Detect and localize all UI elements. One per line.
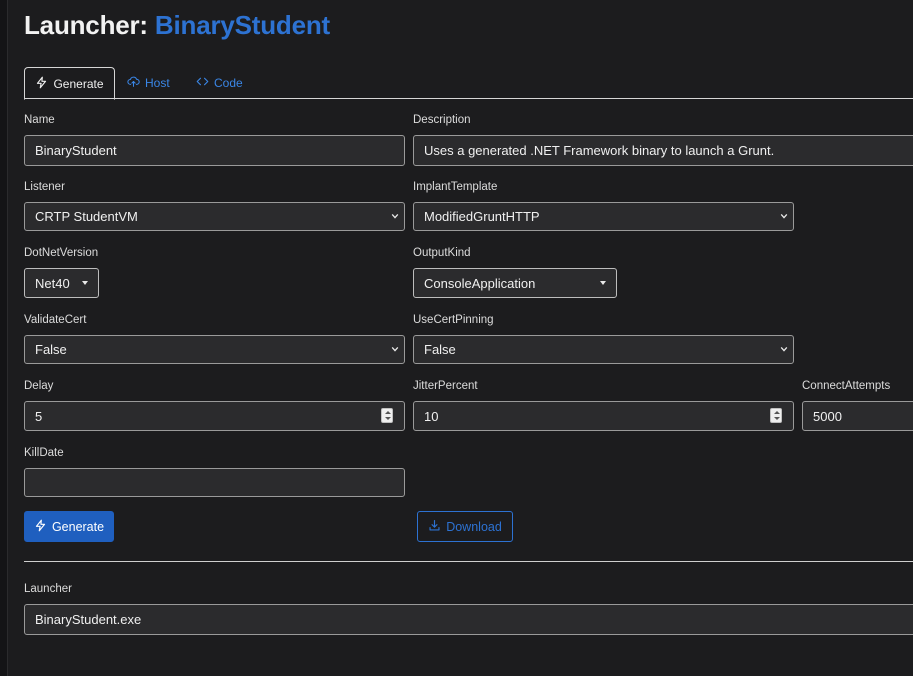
implant-template-select[interactable]: ModifiedGruntHTTP bbox=[413, 202, 794, 231]
launcher-label: Launcher bbox=[24, 583, 72, 595]
code-icon bbox=[196, 75, 209, 91]
caret-down-icon bbox=[600, 281, 606, 285]
download-button[interactable]: Download bbox=[417, 511, 513, 542]
tab-code[interactable]: Code bbox=[196, 67, 243, 98]
chevron-down-icon bbox=[780, 213, 788, 219]
validate-cert-value: False bbox=[35, 342, 67, 357]
launcher-value: BinaryStudent.exe bbox=[35, 612, 142, 627]
generate-button[interactable]: Generate bbox=[24, 511, 114, 542]
description-label: Description bbox=[413, 114, 471, 126]
cloud-upload-icon bbox=[127, 75, 140, 91]
description-value: Uses a generated .NET Framework binary t… bbox=[424, 143, 775, 158]
bolt-icon bbox=[35, 76, 48, 92]
connect-attempts-value: 5000 bbox=[813, 408, 842, 424]
dotnet-version-label: DotNetVersion bbox=[24, 247, 99, 259]
spinner-icon[interactable] bbox=[770, 408, 782, 423]
output-kind-dropdown[interactable]: ConsoleApplication bbox=[413, 268, 617, 298]
jitter-percent-number-input[interactable]: 10 bbox=[413, 401, 794, 431]
tab-host[interactable]: Host bbox=[127, 67, 170, 98]
dotnet-version-dropdown[interactable]: Net40 bbox=[24, 268, 99, 298]
download-icon bbox=[428, 519, 441, 535]
implant-template-label: ImplantTemplate bbox=[413, 181, 498, 193]
chevron-down-icon bbox=[391, 346, 399, 352]
description-input[interactable]: Uses a generated .NET Framework binary t… bbox=[413, 135, 913, 166]
output-kind-label: OutputKind bbox=[413, 247, 471, 259]
listener-label: Listener bbox=[24, 181, 65, 193]
generate-button-label: Generate bbox=[51, 519, 105, 534]
listener-select[interactable]: CRTP StudentVM bbox=[24, 202, 405, 231]
tab-code-label: Code bbox=[214, 75, 243, 90]
delay-label: Delay bbox=[24, 380, 54, 392]
section-divider bbox=[24, 561, 913, 562]
chevron-down-icon bbox=[780, 346, 788, 352]
validate-cert-label: ValidateCert bbox=[24, 314, 87, 326]
bolt-icon bbox=[34, 519, 47, 535]
caret-down-icon bbox=[82, 281, 88, 285]
dotnet-version-value: Net40 bbox=[35, 275, 70, 291]
use-cert-pinning-select[interactable]: False bbox=[413, 335, 794, 364]
tabs-underline bbox=[24, 98, 913, 99]
tab-generate-label: Generate bbox=[53, 76, 104, 91]
delay-value: 5 bbox=[35, 408, 43, 424]
download-button-label: Download bbox=[446, 519, 502, 534]
name-label: Name bbox=[24, 114, 55, 126]
page-title-prefix: Launcher: bbox=[24, 10, 155, 40]
jitter-percent-value: 10 bbox=[424, 408, 439, 424]
chevron-down-icon bbox=[391, 213, 399, 219]
left-sidebar-edge bbox=[0, 0, 8, 676]
tab-generate[interactable]: Generate bbox=[24, 67, 115, 100]
output-kind-value: ConsoleApplication bbox=[424, 275, 536, 291]
page-title-name: BinaryStudent bbox=[154, 10, 331, 40]
spinner-icon[interactable] bbox=[381, 408, 393, 423]
page-title: Launcher: BinaryStudent bbox=[24, 10, 330, 41]
name-input[interactable]: BinaryStudent bbox=[24, 135, 405, 166]
kill-date-label: KillDate bbox=[24, 447, 64, 459]
use-cert-pinning-label: UseCertPinning bbox=[413, 314, 494, 326]
kill-date-input[interactable] bbox=[24, 468, 405, 497]
listener-value: CRTP StudentVM bbox=[35, 209, 138, 224]
jitter-percent-label: JitterPercent bbox=[413, 380, 478, 392]
validate-cert-select[interactable]: False bbox=[24, 335, 405, 364]
launcher-output-field[interactable]: BinaryStudent.exe bbox=[24, 604, 913, 635]
name-value: BinaryStudent bbox=[35, 143, 117, 158]
connect-attempts-label: ConnectAttempts bbox=[802, 380, 891, 392]
connect-attempts-input[interactable]: 5000 bbox=[802, 401, 913, 431]
use-cert-pinning-value: False bbox=[424, 342, 456, 357]
tab-host-label: Host bbox=[145, 75, 170, 90]
delay-number-input[interactable]: 5 bbox=[24, 401, 405, 431]
implant-template-value: ModifiedGruntHTTP bbox=[424, 209, 540, 224]
